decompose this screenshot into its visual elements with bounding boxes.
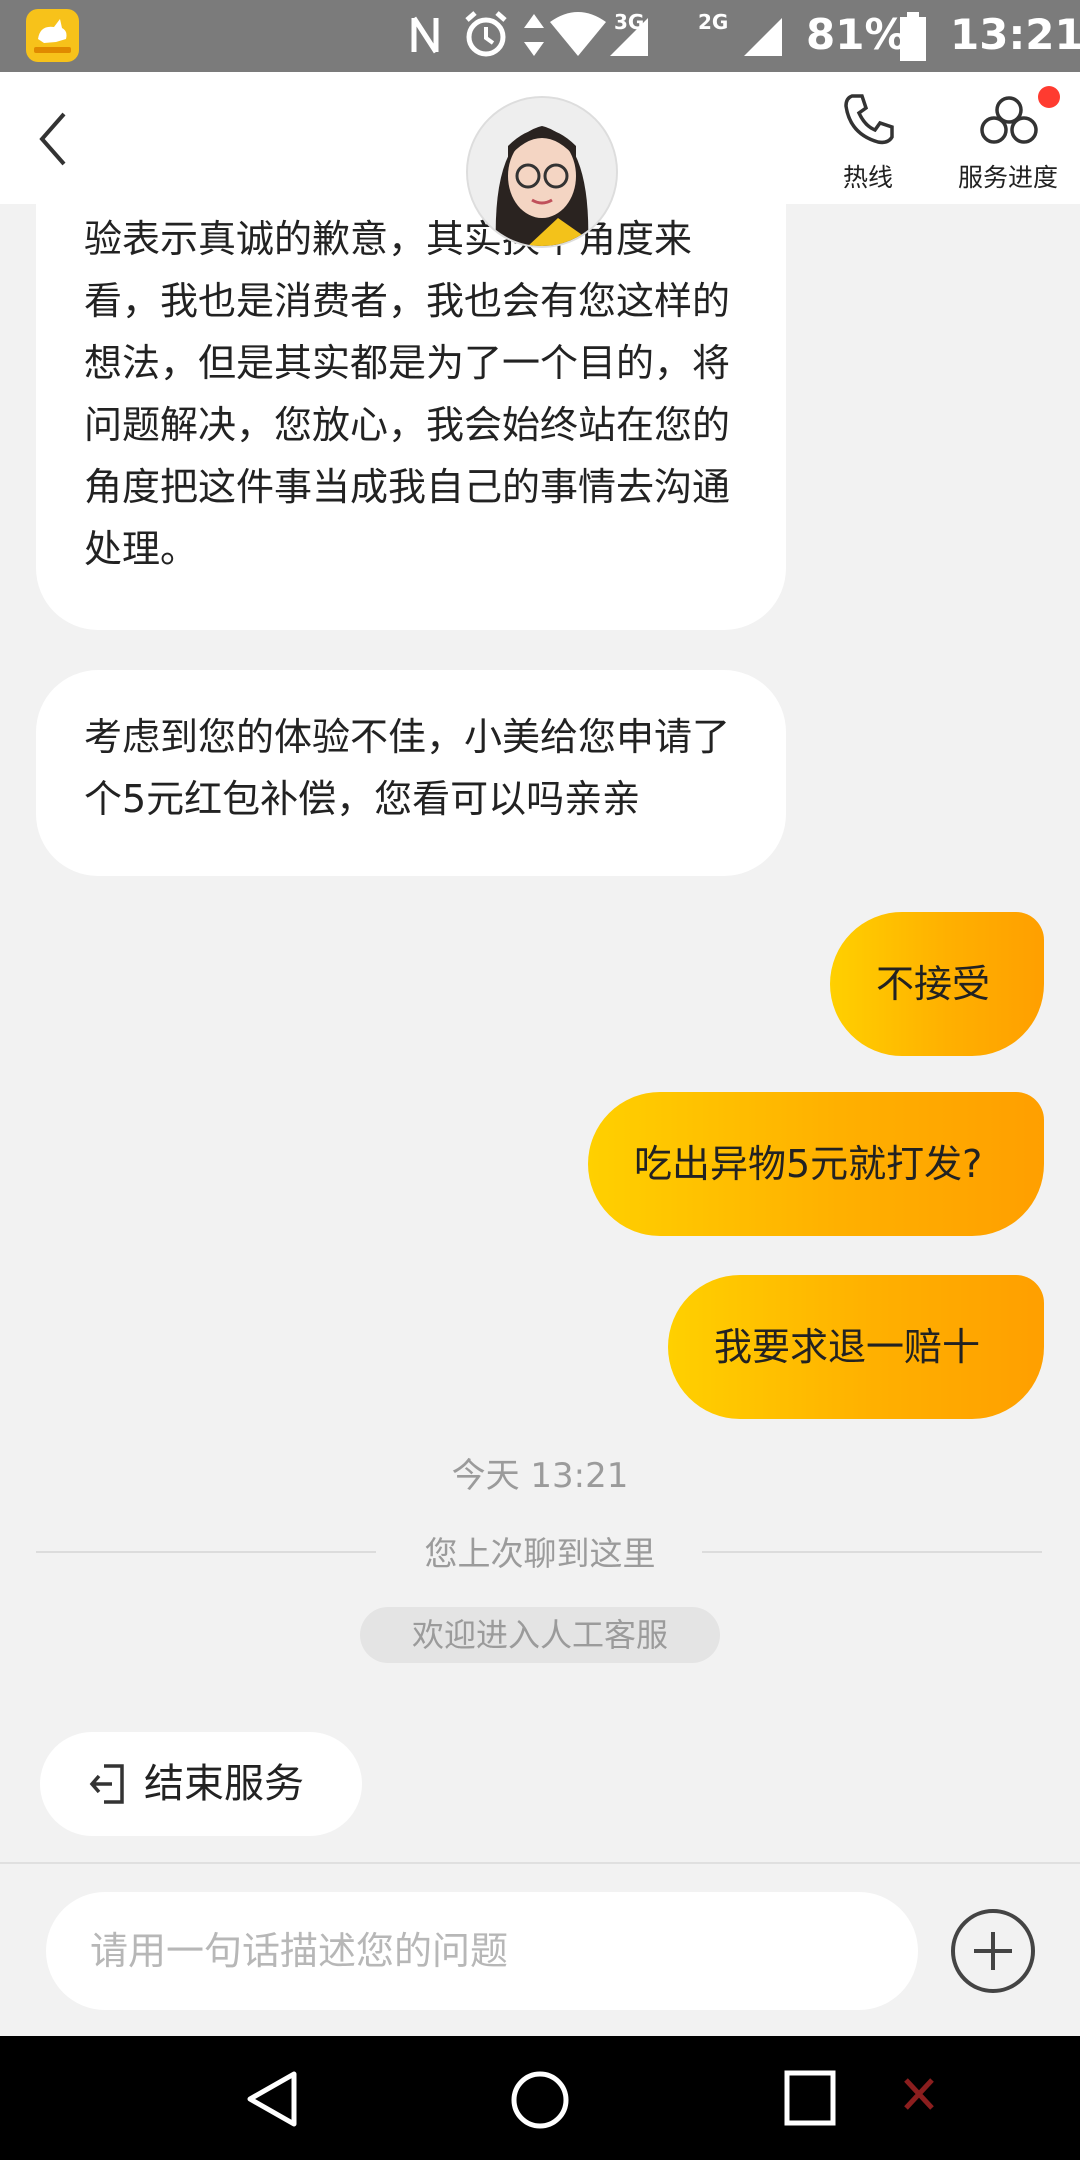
battery-icon	[900, 12, 926, 61]
plus-icon[interactable]	[950, 1908, 1036, 1994]
back-nav-icon[interactable]	[244, 2070, 300, 2128]
notification-dot	[1038, 86, 1060, 108]
message-timestamp: 今天 13:21	[451, 1456, 629, 1496]
clock: 13:21	[950, 10, 1080, 59]
end-service-button[interactable]: 结束服务	[40, 1732, 362, 1836]
data-transfer-icon	[524, 14, 544, 56]
agent-message-bubble: 验表示真诚的歉意，其实换个角度来看，我也是消费者，我也会有您这样的想法，但是其实…	[36, 150, 786, 630]
nfc-icon	[411, 16, 439, 54]
service-progress-icon[interactable]	[978, 90, 1040, 150]
user-message-bubble: 我要求退一赔十	[668, 1275, 1044, 1419]
system-navigation-bar	[0, 2036, 1080, 2160]
watermark-logo-icon	[904, 2078, 934, 2110]
end-service-label: 结束服务	[144, 1761, 304, 1807]
hotline-label[interactable]: 热线	[843, 158, 893, 194]
agent-avatar[interactable]	[466, 96, 618, 248]
welcome-notice: 欢迎进入人工客服	[360, 1607, 720, 1663]
recents-nav-icon[interactable]	[784, 2070, 836, 2126]
signal-2g-icon	[744, 18, 782, 56]
exit-icon	[89, 1764, 124, 1804]
last-chat-marker: 您上次聊到这里	[424, 1534, 656, 1573]
home-nav-icon[interactable]	[510, 2070, 570, 2130]
agent-message-bubble: 考虑到您的体验不佳，小美给您申请了个5元红包补偿，您看可以吗亲亲	[36, 670, 786, 876]
status-bar: 3G 2G 81% 13:21	[0, 0, 1080, 72]
app-notification-icon	[26, 9, 79, 62]
back-arrow-icon[interactable]	[30, 108, 80, 170]
alarm-icon	[465, 11, 507, 57]
phone-icon[interactable]	[838, 90, 898, 150]
user-message-bubble: 吃出异物5元就打发?	[588, 1092, 1044, 1236]
battery-percent: 81%	[806, 10, 907, 59]
user-message-bubble: 不接受	[830, 912, 1044, 1056]
service-progress-label[interactable]: 服务进度	[958, 158, 1058, 194]
signal-3g-icon	[610, 18, 648, 56]
message-input[interactable]	[46, 1892, 918, 2010]
network-2g-label: 2G	[698, 10, 729, 34]
wifi-icon	[550, 12, 606, 56]
message-input-bar	[0, 1862, 1080, 2038]
